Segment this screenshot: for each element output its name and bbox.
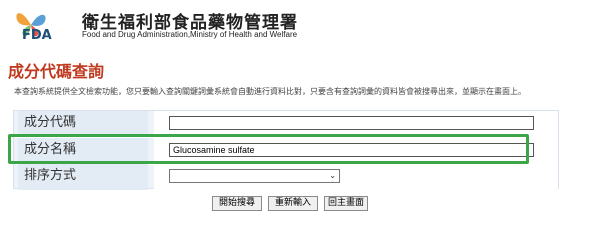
ingredient-code-input[interactable] xyxy=(169,116,534,130)
fda-logo-text: FDA xyxy=(22,28,52,43)
site-header: FDA 衛生福利部食品藥物管理署 Food and Drug Administr… xyxy=(0,0,600,45)
ingredient-code-label: 成分代碼 xyxy=(18,111,148,137)
sort-order-cell: ⌄ xyxy=(154,164,558,190)
sort-order-label: 排序方式 xyxy=(18,164,148,190)
ingredient-name-cell xyxy=(154,138,558,164)
ingredient-name-input[interactable] xyxy=(169,143,534,157)
sort-order-select[interactable]: ⌄ xyxy=(169,169,340,183)
home-button[interactable]: 回主畫面 xyxy=(324,196,368,211)
org-name-en: Food and Drug Administration,Ministry of… xyxy=(82,30,298,39)
search-form: 成分代碼 成分名稱 排序方式 ⌄ xyxy=(13,110,559,190)
chevron-down-icon: ⌄ xyxy=(329,171,336,180)
form-row-ingredient-code: 成分代碼 xyxy=(14,111,558,138)
search-button[interactable]: 開始搜尋 xyxy=(212,196,262,211)
ingredient-name-label: 成分名稱 xyxy=(18,138,148,164)
page-description: 本查詢系統提供全文檢索功能，您只要輸入查詢關鍵詞彙系統會自動進行資料比對，只要含… xyxy=(14,87,526,96)
reset-button[interactable]: 重新輸入 xyxy=(268,196,318,211)
page-title: 成分代碼查詢 xyxy=(8,62,105,81)
form-row-sort-order: 排序方式 ⌄ xyxy=(14,164,558,190)
form-row-ingredient-name: 成分名稱 xyxy=(14,138,558,165)
ingredient-code-cell xyxy=(154,111,558,137)
